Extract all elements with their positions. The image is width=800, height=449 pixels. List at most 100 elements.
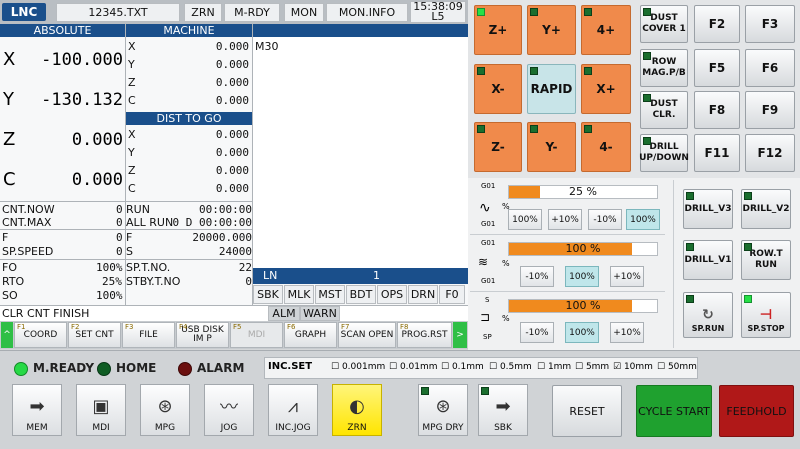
jog-y-minus-button[interactable]: Y- xyxy=(527,122,576,172)
jog-x-plus-button[interactable]: X+ xyxy=(581,64,631,114)
jog-label: X- xyxy=(491,81,505,96)
spindle-100-button[interactable]: 100% xyxy=(565,322,599,343)
rapid-plus10-button[interactable]: +10% xyxy=(610,266,644,287)
sp-stop-button[interactable]: ⊣ SP.STOP xyxy=(741,292,791,338)
inc-1-option[interactable]: ☐ 1mm xyxy=(537,362,571,372)
mpg-mode-button[interactable]: ⊛ MPG xyxy=(140,384,190,436)
warning-indicator[interactable]: WARN xyxy=(300,306,340,321)
feedhold-label: FEEDHOLD xyxy=(726,404,787,418)
f3-key[interactable]: F3 xyxy=(745,5,795,43)
alarm-indicator[interactable]: ALM xyxy=(268,306,300,321)
fkey-mdi[interactable]: F5 MDI xyxy=(230,322,283,348)
drill-v1-button[interactable]: DRILL_V1 xyxy=(683,240,733,280)
g01-label: G01 xyxy=(481,277,496,285)
program-view[interactable]: M30 xyxy=(253,37,468,268)
zrn-mode-button[interactable]: ◐ ZRN xyxy=(332,384,382,436)
fkey-next-button[interactable]: > xyxy=(453,322,467,348)
f5-key[interactable]: F5 xyxy=(694,49,740,87)
fkey-prog-rst[interactable]: F8 PROG.RST xyxy=(397,322,452,348)
rapid-100-button[interactable]: 100% xyxy=(565,266,599,287)
row-t-run-button[interactable]: ROW.T RUN xyxy=(741,240,791,280)
feedhold-button[interactable]: FEEDHOLD xyxy=(719,385,794,437)
abs-value: -130.132 xyxy=(41,90,123,110)
feed-100-button[interactable]: 100% xyxy=(508,209,542,230)
cycle-start-button[interactable]: CYCLE START xyxy=(636,385,712,437)
mode-bdt: BDT xyxy=(346,285,376,304)
fkey-file[interactable]: F3 FILE xyxy=(122,322,175,348)
fkey-scan-open[interactable]: F7 SCAN OPEN xyxy=(338,322,396,348)
feed-plus10-button[interactable]: +10% xyxy=(548,209,582,230)
jog-z-minus-button[interactable]: Z- xyxy=(474,122,522,172)
inc-01-option[interactable]: ☐ 0.1mm xyxy=(441,362,484,372)
machine-header: MACHINE xyxy=(126,24,252,37)
chevron-right-icon: > xyxy=(456,330,464,340)
mach-value: 0.000 xyxy=(215,94,249,107)
sbk-mode-button[interactable]: ➡ SBK xyxy=(478,384,528,436)
mdi-mode-button[interactable]: ▣ MDI xyxy=(76,384,126,436)
inc-001-option[interactable]: ☐ 0.01mm xyxy=(389,362,438,372)
jog-y-plus-button[interactable]: Y+ xyxy=(527,5,576,55)
all-run-label: ALL RUN xyxy=(126,216,174,229)
mode-label: MDI xyxy=(92,423,110,433)
jog-z-plus-button[interactable]: Z+ xyxy=(474,5,522,55)
jog-4-plus-button[interactable]: 4+ xyxy=(581,5,631,55)
row-mag-pb-button[interactable]: ROW MAG.P/B xyxy=(640,49,688,87)
inc-5-option[interactable]: ☐ 5mm xyxy=(575,362,609,372)
dust-cover-1-button[interactable]: DUST COVER 1 xyxy=(640,5,688,43)
f11-key[interactable]: F11 xyxy=(694,134,740,172)
fkey-set-cnt[interactable]: F2 SET CNT xyxy=(68,322,121,348)
f2-key[interactable]: F2 xyxy=(694,5,740,43)
jog-mode-button[interactable]: 〰 JOG xyxy=(204,384,254,436)
feed-minus10-button[interactable]: -10% xyxy=(588,209,622,230)
mode-label: MPG xyxy=(154,423,176,433)
dust-clr-button[interactable]: DUST CLR. xyxy=(640,91,688,129)
fkey-number: F8 xyxy=(400,323,409,331)
feed-100-reset-button[interactable]: 100% xyxy=(626,209,660,230)
f9-key[interactable]: F9 xyxy=(745,91,795,129)
rapid-minus10-button[interactable]: -10% xyxy=(520,266,554,287)
program-header xyxy=(253,24,468,37)
spindle-minus10-button[interactable]: -10% xyxy=(520,322,554,343)
led-indicator xyxy=(744,192,752,200)
jog-x-minus-button[interactable]: X- xyxy=(474,64,522,114)
jog-4-minus-button[interactable]: 4- xyxy=(581,122,631,172)
mach-value: 0.000 xyxy=(215,40,249,53)
feed-override-value: 25 % xyxy=(569,185,597,198)
led-indicator xyxy=(686,192,694,200)
fkey-graph[interactable]: F6 GRAPH xyxy=(284,322,337,348)
inc-05-option[interactable]: ☐ 0.5mm xyxy=(489,362,532,372)
drill-up-down-button[interactable]: DRILL UP/DOWN xyxy=(639,134,689,172)
spindle-plus10-button[interactable]: +10% xyxy=(610,322,644,343)
drill-v3-button[interactable]: DRILL_V3 xyxy=(683,189,733,229)
fkey-coord[interactable]: F1 COORD xyxy=(14,322,67,348)
sp-run-button[interactable]: ↻ SP.RUN xyxy=(683,292,733,338)
inc-0001-option[interactable]: ☐ 0.001mm xyxy=(331,362,385,372)
inc-50-option[interactable]: ☐ 50mm xyxy=(657,362,697,372)
stby-t-no-value: 0 xyxy=(245,275,252,288)
divider xyxy=(0,229,252,230)
mpg-dry-mode-button[interactable]: ⊛ MPG DRY xyxy=(418,384,468,436)
f8-key[interactable]: F8 xyxy=(694,91,740,129)
inc-jog-mode-button[interactable]: ⩘ INC.JOG xyxy=(268,384,318,436)
sp-label: SP xyxy=(483,333,492,341)
reset-label: RESET xyxy=(569,404,605,418)
abs-value: 0.000 xyxy=(71,130,123,150)
func-key-label: F11 xyxy=(704,145,730,160)
stby-t-no-label: STBY.T.NO xyxy=(126,275,181,288)
f6-key[interactable]: F6 xyxy=(745,49,795,87)
drill-v2-button[interactable]: DRILL_V2 xyxy=(741,189,791,229)
reset-button[interactable]: RESET xyxy=(552,385,622,437)
dtg-axis-label: X xyxy=(128,128,136,141)
inc-option-label: 10mm xyxy=(623,362,653,372)
inc-10-option[interactable]: ☑ 10mm xyxy=(613,362,653,372)
fkey-usb-disk-imp[interactable]: F4 USB DISK IM P xyxy=(176,322,229,348)
mem-mode-button[interactable]: ➡ MEM xyxy=(12,384,62,436)
abs-row-x: X -100.000 xyxy=(0,45,125,75)
abs-row-z: Z 0.000 xyxy=(0,125,125,155)
fkey-prev-button[interactable]: ^ xyxy=(1,322,13,348)
drill-label: DRILL_V2 xyxy=(742,203,790,214)
jog-label: Y+ xyxy=(542,22,561,37)
func-key-label: F9 xyxy=(761,102,779,117)
f12-key[interactable]: F12 xyxy=(745,134,795,172)
rapid-button[interactable]: RAPID xyxy=(527,64,576,114)
